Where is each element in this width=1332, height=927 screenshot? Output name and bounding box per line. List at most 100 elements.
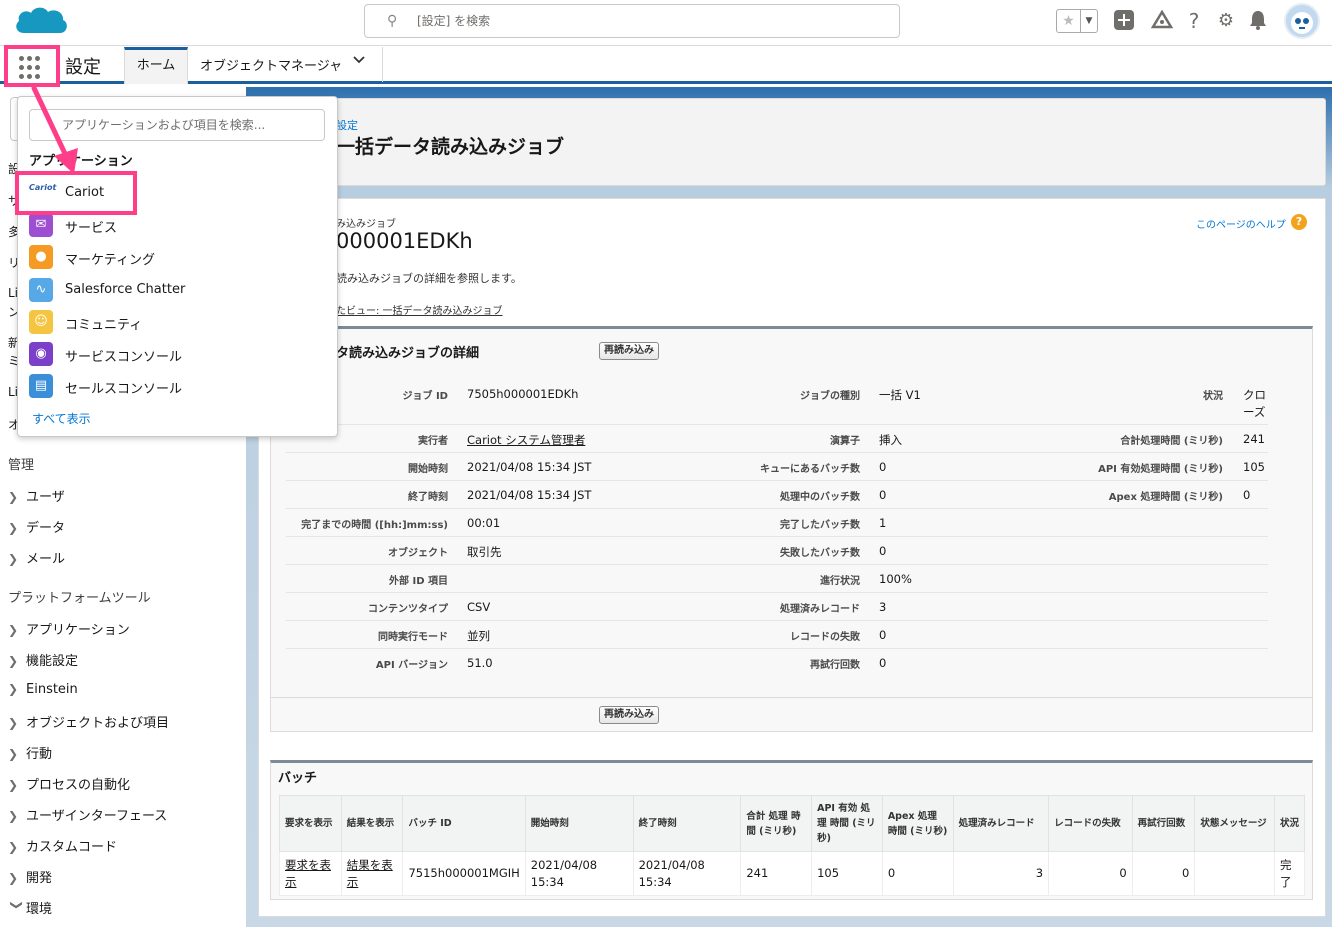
favorites-button-group[interactable]: ★ ▼ bbox=[1056, 9, 1098, 33]
app-launcher-search-input[interactable] bbox=[62, 116, 312, 134]
favorites-dropdown-icon[interactable]: ▼ bbox=[1081, 10, 1097, 32]
sidebar-item-events[interactable]: ❯ 行動 bbox=[8, 743, 52, 762]
setup-gear-icon[interactable]: ⚙ bbox=[1214, 9, 1238, 33]
column-header[interactable]: 終了時刻 bbox=[632, 795, 742, 852]
app-item-service[interactable]: ✉ サービス bbox=[29, 212, 319, 238]
app-launcher-icon bbox=[19, 56, 43, 80]
service-icon: ✉ bbox=[29, 213, 53, 237]
chevron-right-icon: ❯ bbox=[8, 654, 19, 668]
view-result-link[interactable]: 結果を表示 bbox=[340, 851, 404, 896]
search-icon: ⚲ bbox=[387, 13, 398, 29]
chevron-down-icon: ❯ bbox=[10, 900, 24, 911]
reload-button-top[interactable]: 再読み込み bbox=[599, 342, 659, 360]
tab-home[interactable]: ホーム bbox=[124, 47, 188, 84]
detail-label: API 有効処理時間 (ミリ秒) bbox=[1098, 464, 1223, 475]
detail-value: 0 bbox=[879, 460, 887, 474]
app-item-service-console[interactable]: ◉ サービスコンソール bbox=[29, 341, 319, 367]
column-header[interactable]: 開始時刻 bbox=[524, 795, 634, 852]
column-header[interactable]: 処理済みレコード bbox=[952, 795, 1050, 852]
notification-bell-icon[interactable] bbox=[1246, 9, 1270, 33]
app-launcher-button[interactable] bbox=[4, 45, 60, 87]
status-cell: 完了 bbox=[1273, 851, 1306, 896]
breadcrumb[interactable]: 設定 bbox=[336, 117, 358, 133]
help-icon[interactable]: ? bbox=[1291, 214, 1307, 230]
detail-value: 00:01 bbox=[467, 516, 501, 530]
end-time-cell: 2021/04/08 15:34 bbox=[632, 851, 742, 896]
view-link[interactable]: たビュー: 一括データ読み込みジョブ bbox=[336, 302, 503, 317]
column-header[interactable]: 合計 処理 時間 (ミリ秒) bbox=[740, 795, 813, 852]
annotation-arrow-icon bbox=[31, 85, 78, 174]
app-item-marketing[interactable]: ● マーケティング bbox=[29, 244, 319, 270]
detail-label: 演算子 bbox=[830, 436, 860, 447]
detail-label: オブジェクト bbox=[388, 548, 448, 559]
sidebar-item-feature-settings[interactable]: ❯ 機能設定 bbox=[8, 650, 78, 669]
detail-value: 105 bbox=[1243, 460, 1265, 474]
sidebar-item-label: アプリケーション bbox=[26, 623, 130, 638]
sidebar-item-users[interactable]: ❯ ユーザ bbox=[8, 486, 65, 505]
trailhead-icon[interactable] bbox=[1150, 9, 1174, 33]
sidebar-item-user-interface[interactable]: ❯ ユーザインターフェース bbox=[8, 805, 167, 824]
favorites-star-icon[interactable]: ★ bbox=[1057, 10, 1081, 32]
detail-value: CSV bbox=[467, 600, 491, 614]
help-icon[interactable]: ? bbox=[1182, 9, 1206, 33]
global-search[interactable]: ⚲ bbox=[364, 4, 900, 38]
detail-value: 241 bbox=[1243, 432, 1265, 446]
help-link[interactable]: このページのヘルプ bbox=[1196, 216, 1286, 231]
job-details-heading: タ読み込みジョブの詳細 bbox=[336, 346, 480, 361]
app-item-community[interactable]: ☺ コミュニティ bbox=[29, 309, 319, 335]
column-header[interactable]: 状態メッセージ bbox=[1194, 795, 1275, 852]
app-item-sales-console[interactable]: ▤ セールスコンソール bbox=[29, 373, 319, 399]
job-description: 読み込みジョブの詳細を参照します。 bbox=[336, 272, 522, 285]
detail-label: 処理済みレコード bbox=[780, 604, 860, 615]
sidebar-item-environments[interactable]: ❯ 環境 bbox=[8, 898, 52, 917]
detail-value: 3 bbox=[879, 600, 887, 614]
column-header[interactable]: 状況 bbox=[1273, 795, 1306, 852]
global-search-input[interactable] bbox=[417, 11, 877, 31]
detail-label: 進行状況 bbox=[820, 576, 860, 587]
user-avatar[interactable] bbox=[1284, 3, 1320, 39]
app-item-chatter[interactable]: ∿ Salesforce Chatter bbox=[29, 277, 319, 303]
chevron-right-icon: ❯ bbox=[8, 809, 19, 823]
column-header[interactable]: 結果を表示 bbox=[340, 795, 404, 852]
sidebar-section-platform-tools: プラットフォームツール bbox=[8, 591, 151, 606]
sidebar-item-process-automation[interactable]: ❯ プロセスの自動化 bbox=[8, 774, 130, 793]
column-header[interactable]: レコードの失敗 bbox=[1048, 795, 1133, 852]
detail-label: 合計処理時間 (ミリ秒) bbox=[1120, 436, 1223, 447]
sidebar-item-apps[interactable]: ❯ アプリケーション bbox=[8, 619, 130, 638]
detail-value: 1 bbox=[879, 516, 887, 530]
view-request-link[interactable]: 要求を表示 bbox=[279, 851, 342, 896]
detail-label: 処理中のバッチ数 bbox=[780, 492, 860, 503]
detail-row: 同時実行モード 並列 レコードの失敗 0 bbox=[286, 621, 1268, 649]
column-header[interactable]: Apex 処理 時間 (ミリ秒) bbox=[881, 795, 954, 852]
chevron-down-icon[interactable] bbox=[352, 52, 366, 70]
column-header[interactable]: 再試行回数 bbox=[1131, 795, 1196, 852]
reload-button-bottom[interactable]: 再読み込み bbox=[599, 706, 659, 724]
sidebar-item-data[interactable]: ❯ データ bbox=[8, 517, 65, 536]
detail-value: 挿入 bbox=[879, 433, 902, 447]
sidebar-item-email[interactable]: ❯ メール bbox=[8, 548, 65, 567]
sidebar-item-objects-fields[interactable]: ❯ オブジェクトおよび項目 bbox=[8, 712, 169, 731]
column-header[interactable]: バッチ ID bbox=[402, 795, 526, 852]
add-icon[interactable] bbox=[1112, 9, 1136, 33]
detail-label: API バージョン bbox=[375, 660, 448, 671]
detail-label: 同時実行モード bbox=[378, 632, 448, 643]
sidebar-item-custom-code[interactable]: ❯ カスタムコード bbox=[8, 836, 117, 855]
column-header[interactable]: API 有効 処理 時間 (ミリ秒) bbox=[811, 795, 883, 852]
detail-label: Apex 処理時間 (ミリ秒) bbox=[1108, 492, 1223, 503]
column-header[interactable]: 要求を表示 bbox=[279, 795, 342, 852]
detail-value-link[interactable]: Cariot システム管理者 bbox=[467, 432, 585, 448]
detail-label: 外部 ID 項目 bbox=[389, 576, 448, 587]
sidebar-item-development[interactable]: ❯ 開発 bbox=[8, 867, 52, 886]
apex-time-cell: 0 bbox=[881, 851, 954, 896]
detail-value: 並列 bbox=[467, 629, 490, 643]
app-item-label: コミュニティ bbox=[65, 318, 143, 333]
detail-value: 0 bbox=[879, 628, 887, 642]
tab-object-manager[interactable]: オブジェクトマネージャ bbox=[200, 55, 342, 74]
detail-value: 51.0 bbox=[467, 656, 493, 670]
app-item-label: サービスコンソール bbox=[65, 350, 183, 365]
show-all-link[interactable]: すべて表示 bbox=[32, 410, 91, 427]
sidebar-item-einstein[interactable]: ❯ Einstein bbox=[8, 682, 78, 697]
salesforce-logo-icon[interactable] bbox=[12, 3, 70, 43]
detail-value: 0 bbox=[879, 544, 887, 558]
detail-row: コンテンツタイプ CSV 処理済みレコード 3 bbox=[286, 593, 1268, 621]
